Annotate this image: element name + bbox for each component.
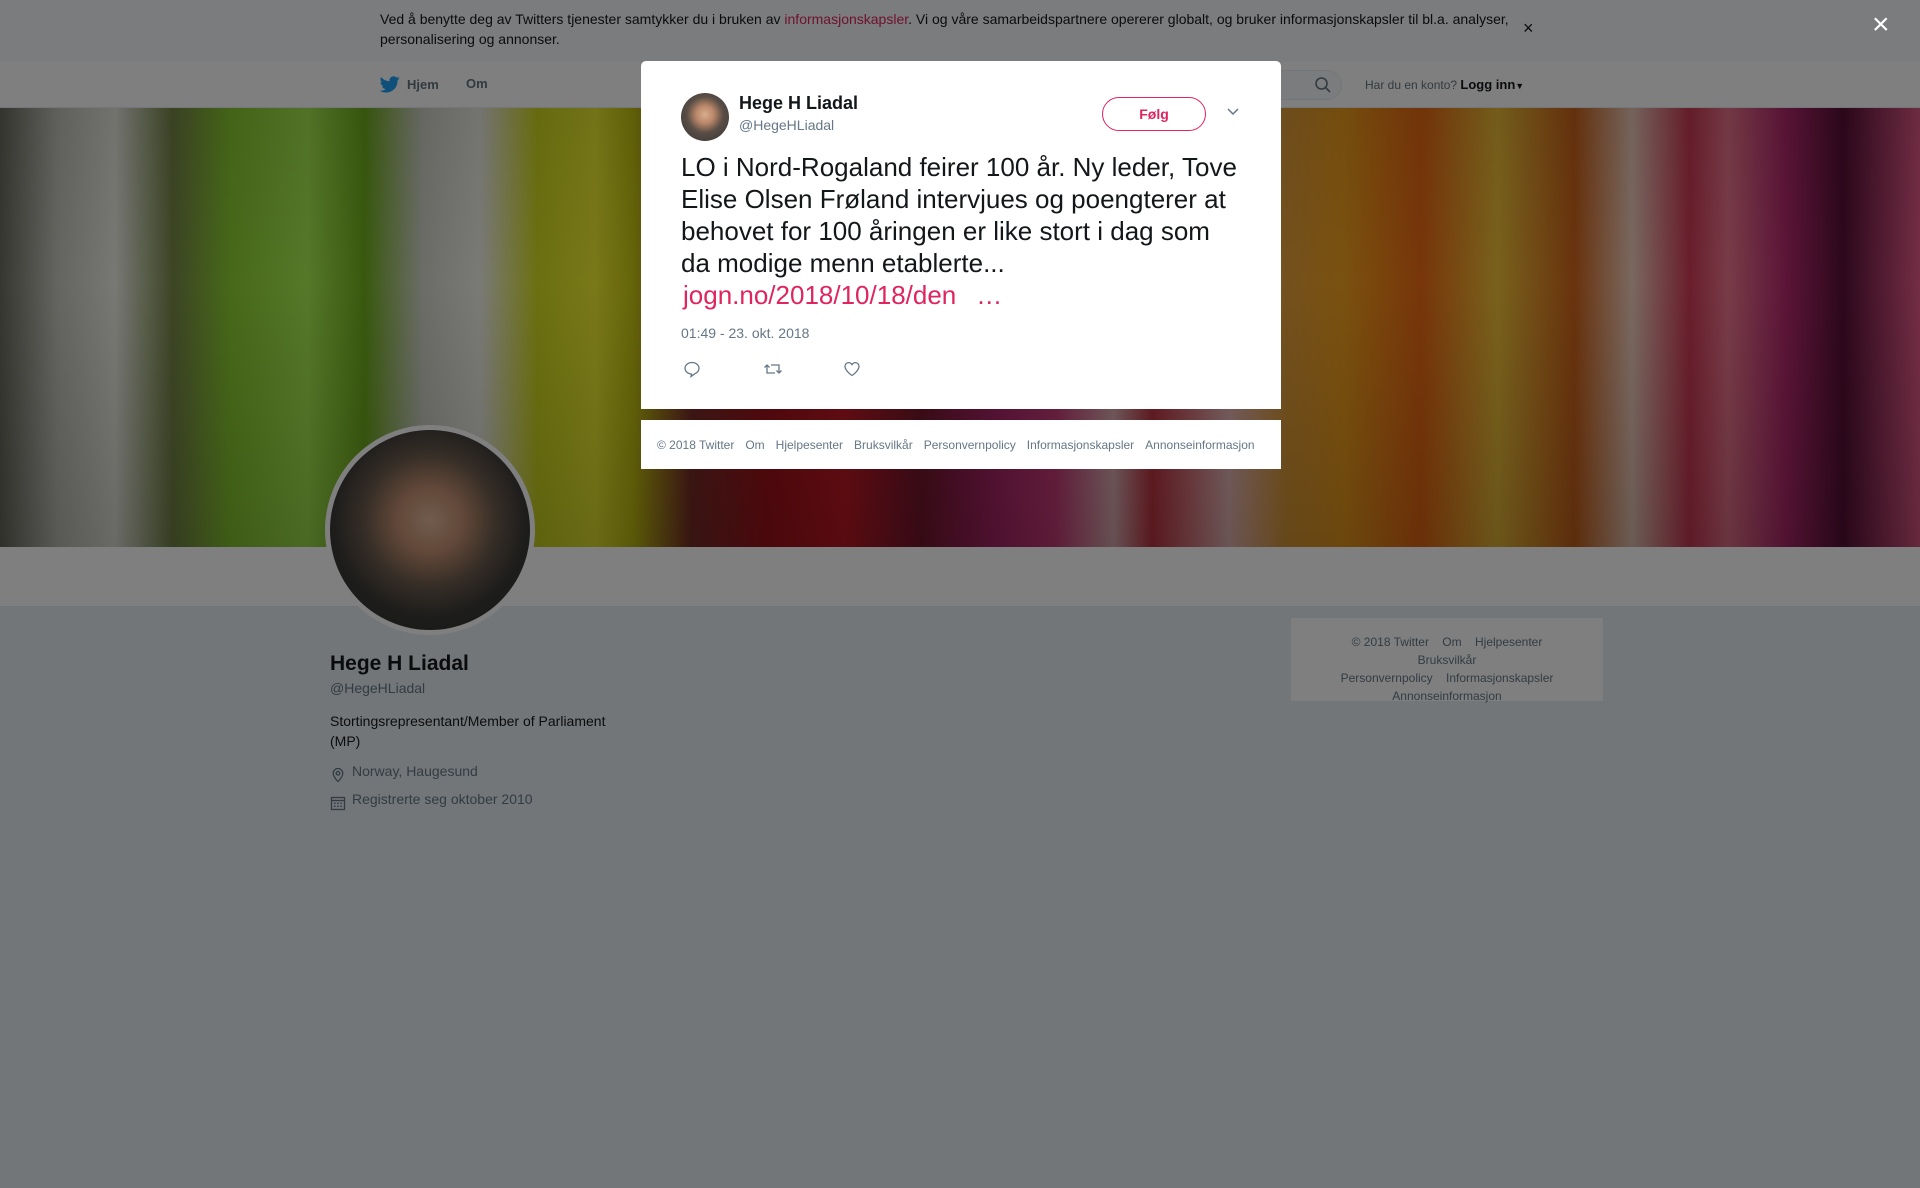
follow-button[interactable]: Følg [1102,97,1206,131]
tweet-link-ellipsis: … [976,280,1003,310]
tweet-author-avatar[interactable] [681,93,729,141]
modal-footer-link-cookies[interactable]: Informasjonskapsler [1027,438,1134,452]
tweet-author-name[interactable]: Hege H Liadal [739,93,858,114]
modal-footer-link-privacy[interactable]: Personvernpolicy [924,438,1016,452]
modal-footer-link-terms[interactable]: Bruksvilkår [854,438,913,452]
modal-footer-link-about[interactable]: Om [745,438,764,452]
modal-footer: © 2018 Twitter Om Hjelpesenter Bruksvilk… [641,420,1281,469]
tweet-link[interactable]: jogn.no/2018/10/18/den [681,280,956,310]
heart-icon[interactable] [843,360,861,378]
tweet-timestamp[interactable]: 01:49 - 23. okt. 2018 [681,325,809,341]
modal-footer-copyright: © 2018 Twitter [657,437,735,452]
retweet-icon[interactable] [763,360,783,378]
overlay-close-button[interactable]: × [1872,10,1890,40]
modal-footer-link-ads-info[interactable]: Annonseinformasjon [1145,438,1254,452]
chevron-down-icon[interactable] [1226,106,1240,116]
tweet-author-handle[interactable]: @HegeHLiadal [739,117,834,133]
modal-footer-link-help[interactable]: Hjelpesenter [776,438,843,452]
tweet-link-row: jogn.no/2018/10/18/den … [681,279,1002,311]
reply-icon[interactable] [683,360,701,378]
tweet-text: LO i Nord-Rogaland feirer 100 år. Ny led… [681,152,1237,278]
